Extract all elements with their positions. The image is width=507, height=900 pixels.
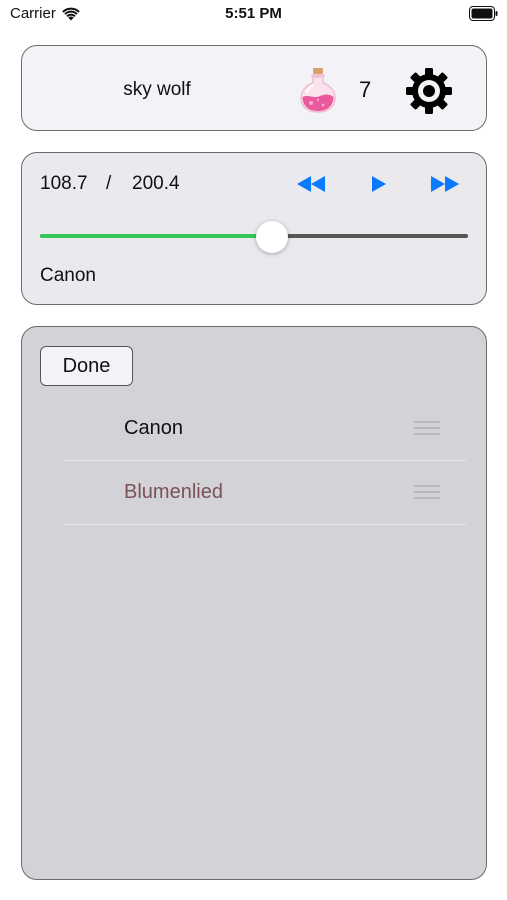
fast-forward-button[interactable] xyxy=(428,173,462,195)
slider-fill xyxy=(40,234,273,238)
current-time: 108.7 xyxy=(40,173,88,194)
profile-card: sky wolf 7 xyxy=(21,45,487,131)
battery-icon xyxy=(469,6,498,21)
total-time: 200.4 xyxy=(132,173,180,194)
slider-thumb[interactable] xyxy=(256,221,289,253)
track-title: Canon xyxy=(40,265,96,286)
playlist: Canon Blumenlied xyxy=(64,397,466,525)
done-button[interactable]: Done xyxy=(40,346,133,386)
status-time: 5:51 PM xyxy=(225,5,282,22)
play-icon xyxy=(372,176,386,192)
drag-handle-icon[interactable] xyxy=(414,421,440,437)
fast-forward-icon xyxy=(431,176,459,192)
progress-slider[interactable] xyxy=(40,221,468,253)
gear-icon[interactable] xyxy=(405,67,453,115)
status-bar: Carrier 5:51 PM xyxy=(0,0,507,28)
drag-handle-icon[interactable] xyxy=(414,485,440,501)
playlist-card: Done Canon Blumenlied xyxy=(21,326,487,880)
potion-count: 7 xyxy=(359,77,372,102)
list-item[interactable]: Canon xyxy=(64,397,466,461)
user-name: sky wolf xyxy=(123,79,191,100)
potion-bottle-icon xyxy=(300,68,336,113)
rewind-button[interactable] xyxy=(294,173,328,195)
time-separator: / xyxy=(106,173,112,194)
play-button[interactable] xyxy=(368,173,390,195)
list-item-label: Canon xyxy=(124,417,183,439)
list-item-label: Blumenlied xyxy=(124,481,223,503)
player-card: 108.7 / 200.4 Canon xyxy=(21,152,487,305)
list-item[interactable]: Blumenlied xyxy=(64,461,466,525)
rewind-icon xyxy=(297,176,325,192)
